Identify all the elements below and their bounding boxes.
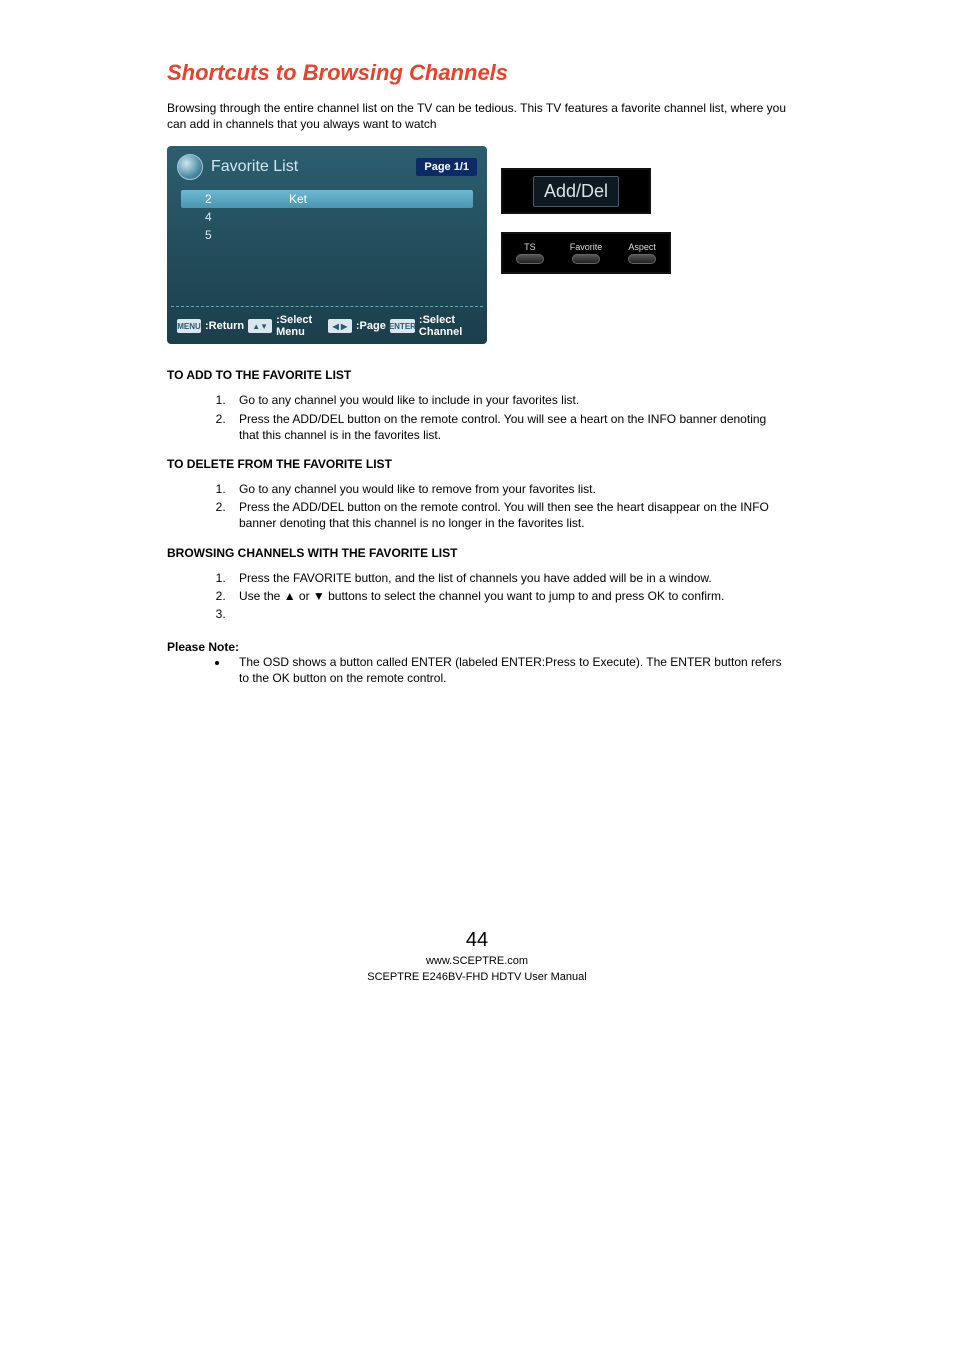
page-heading: Shortcuts to Browsing Channels: [167, 60, 787, 86]
osd-header: Favorite List Page 1/1: [177, 154, 477, 186]
osd-title: Favorite List: [211, 158, 298, 176]
osd-footer-label: :Select Menu: [276, 314, 324, 338]
remote-key-icon: [628, 254, 656, 264]
list-item: Press the FAVORITE button, and the list …: [229, 570, 787, 586]
osd-page-badge: Page 1/1: [416, 158, 477, 176]
figure-row: Favorite List Page 1/1 2 Ket 4 5 MENU: [167, 146, 787, 344]
section-title-add: TO ADD TO THE FAVORITE LIST: [167, 368, 787, 382]
osd-favorite-list: Favorite List Page 1/1 2 Ket 4 5 MENU: [167, 146, 487, 344]
note-list: The OSD shows a button called ENTER (lab…: [167, 654, 787, 686]
remote-button-label: Favorite: [570, 242, 603, 252]
remote-button-ts: TS: [516, 242, 544, 264]
osd-row: 5: [205, 226, 473, 244]
osd-channel-number: 4: [205, 210, 219, 224]
list-item: Press the ADD/DEL button on the remote c…: [229, 499, 787, 531]
remote-button-aspect: Aspect: [628, 242, 656, 264]
page-number: 44: [167, 926, 787, 954]
list-item: [229, 606, 787, 622]
page-footer: 44 www.SCEPTRE.com SCEPTRE E246BV-FHD HD…: [167, 926, 787, 985]
adddel-button-figure: Add/Del: [501, 168, 651, 214]
list-item: Press the ADD/DEL button on the remote c…: [229, 411, 787, 443]
osd-footer-label: :Page: [356, 320, 386, 332]
globe-icon: [177, 154, 203, 180]
list-item: Go to any channel you would like to remo…: [229, 481, 787, 497]
remote-button-label: Aspect: [628, 242, 656, 252]
delete-steps: Go to any channel you would like to remo…: [167, 481, 787, 532]
enter-key-icon: ENTER: [390, 319, 415, 333]
osd-channel-number: 2: [205, 192, 219, 206]
updown-key-icon: ▲▼: [248, 319, 272, 333]
osd-footer-label: :Return: [205, 320, 244, 332]
remote-button-label: TS: [524, 242, 536, 252]
remote-button-favorite: Favorite: [570, 242, 603, 264]
add-steps: Go to any channel you would like to incl…: [167, 392, 787, 443]
osd-footer: MENU :Return ▲▼ :Select Menu ◀ ▶ :Page E…: [177, 311, 477, 340]
osd-channel-number: 5: [205, 228, 219, 242]
section-title-browse: BROWSING CHANNELS WITH THE FAVORITE LIST: [167, 546, 787, 560]
osd-row-selected: 2 Ket: [181, 190, 473, 208]
note-title: Please Note:: [167, 640, 787, 654]
browse-steps: Press the FAVORITE button, and the list …: [167, 570, 787, 623]
remote-buttons-figure: TS Favorite Aspect: [501, 232, 671, 274]
footer-manual: SCEPTRE E246BV-FHD HDTV User Manual: [167, 970, 787, 985]
leftright-key-icon: ◀ ▶: [328, 319, 352, 333]
list-item: Go to any channel you would like to incl…: [229, 392, 787, 408]
intro-text: Browsing through the entire channel list…: [167, 100, 787, 132]
remote-key-icon: [516, 254, 544, 264]
osd-channel-list: 2 Ket 4 5: [177, 186, 477, 252]
osd-channel-label: Ket: [289, 192, 307, 206]
adddel-label: Add/Del: [533, 176, 619, 207]
list-item: The OSD shows a button called ENTER (lab…: [229, 654, 787, 686]
list-item: Use the ▲ or ▼ buttons to select the cha…: [229, 588, 787, 604]
section-title-delete: TO DELETE FROM THE FAVORITE LIST: [167, 457, 787, 471]
osd-footer-label: :Select Channel: [419, 314, 477, 338]
osd-divider: [171, 306, 483, 307]
osd-row: 4: [205, 208, 473, 226]
remote-key-icon: [572, 254, 600, 264]
menu-key-icon: MENU: [177, 319, 201, 333]
footer-url: www.SCEPTRE.com: [167, 954, 787, 969]
